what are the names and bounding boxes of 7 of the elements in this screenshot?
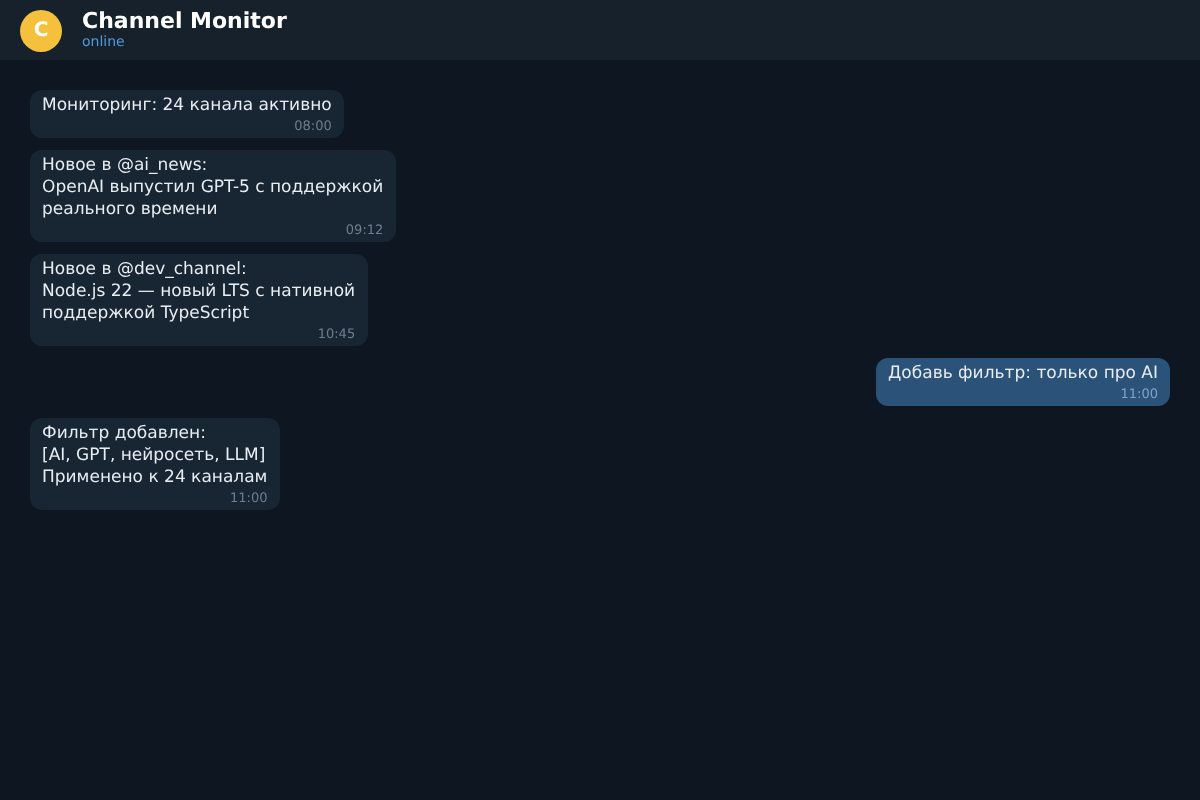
message-text: Новое в @dev_channel: Node.js 22 — новый LTS с нативной поддержкой TypeScript <box>42 260 356 326</box>
message-text: Фильтр добавлен: [AI, GPT, нейросеть, LLM] Применено к 24 каналам <box>42 424 268 490</box>
chat-title: Channel Monitor <box>82 8 287 34</box>
message-text: Добавь фильтр: только про AI <box>888 364 1158 386</box>
avatar[interactable]: C <box>20 9 62 51</box>
message-text: Мониторинг: 24 канала активно <box>42 96 332 118</box>
message-text: Новое в @ai_news: OpenAI выпустил GPT-5 с поддержкой реального времени <box>42 156 384 222</box>
